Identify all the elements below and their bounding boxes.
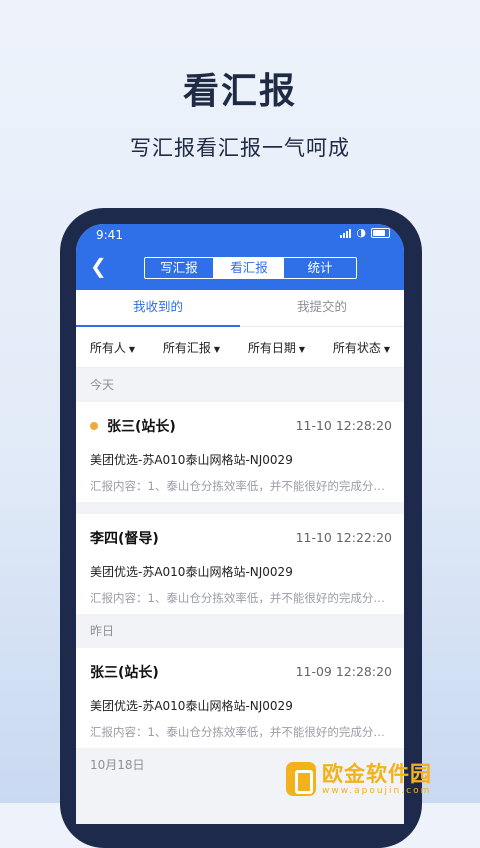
report-content: 汇报内容：1、泰山仓分拣效率低，并不能很好的完成分拣… [90, 725, 394, 739]
hero-subtitle: 写汇报看汇报一气呵成 [130, 136, 350, 160]
watermark-name: 欧金软件园 [322, 761, 432, 786]
filter-report[interactable]: 所有汇报 ▼ [163, 339, 220, 356]
report-card[interactable]: 李四(督导) 11-10 12:22:20 美团优选-苏A010泰山网格站-NJ… [76, 514, 404, 614]
segment-write-report[interactable]: 写汇报 [145, 258, 214, 278]
watermark-logo: 欧金软件园 www.apoujin.com [286, 755, 480, 803]
status-icons: ◑ [340, 226, 390, 239]
report-card[interactable]: 张三(站长) 11-09 12:28:20 美团优选-苏A010泰山网格站-NJ… [76, 648, 404, 748]
unread-dot-icon [90, 422, 98, 430]
watermark-logo-icon [286, 762, 316, 796]
report-station: 美团优选-苏A010泰山网格站-NJ0029 [90, 565, 293, 579]
report-author: 李四(督导) [90, 528, 159, 548]
report-content: 汇报内容：1、泰山仓分拣效率低，并不能很好的完成分拣… [90, 479, 394, 493]
filter-person[interactable]: 所有人 ▼ [90, 339, 135, 356]
top-bar: 9:41 ◑ ❮ 写汇报 看汇报 统计 [76, 224, 404, 290]
hero-title: 看汇报 [182, 71, 297, 112]
report-station: 美团优选-苏A010泰山网格站-NJ0029 [90, 699, 293, 713]
caret-down-icon: ▼ [128, 344, 136, 354]
report-time: 11-10 12:22:20 [295, 530, 392, 545]
app-screen: 9:41 ◑ ❮ 写汇报 看汇报 统计 我收到的 我提交的 所有人 ▼ 所有汇报 ▼… [76, 224, 404, 824]
filter-label: 所有状态 [332, 340, 381, 355]
report-time: 11-09 12:28:20 [295, 664, 392, 679]
signal-icon [340, 228, 352, 238]
report-author-name: 张三(站长) [90, 665, 159, 681]
filter-bar: 所有人 ▼ 所有汇报 ▼ 所有日期 ▼ 所有状态 ▼ [76, 327, 404, 368]
watermark-site: www.apoujin.com [322, 785, 432, 796]
tab-received[interactable]: 我收到的 [76, 290, 240, 326]
tab-submitted[interactable]: 我提交的 [240, 290, 404, 326]
battery-icon [371, 228, 390, 238]
status-time: 9:41 [96, 228, 123, 242]
report-time: 11-10 12:28:20 [295, 418, 392, 433]
report-author-name: 李四(督导) [90, 531, 159, 547]
segment-statistics[interactable]: 统计 [284, 258, 356, 278]
caret-down-icon: ▼ [213, 344, 221, 354]
filter-label: 所有人 [89, 340, 126, 355]
report-author: 张三(站长) [90, 416, 176, 436]
section-header: 今天 [90, 378, 115, 392]
report-tabs: 我收到的 我提交的 [76, 290, 404, 327]
segment-control: 写汇报 看汇报 统计 [144, 257, 357, 279]
watermark-text: 欧金软件园 www.apoujin.com [322, 762, 432, 797]
section-header: 昨日 [90, 624, 115, 638]
report-content: 汇报内容：1、泰山仓分拣效率低，并不能很好的完成分拣… [90, 591, 394, 605]
report-station: 美团优选-苏A010泰山网格站-NJ0029 [90, 453, 293, 467]
report-author: 张三(站长) [90, 662, 159, 682]
caret-down-icon: ▼ [383, 344, 391, 354]
back-chevron-icon[interactable]: ❮ [90, 254, 107, 278]
report-card[interactable]: 张三(站长) 11-10 12:28:20 美团优选-苏A010泰山网格站-NJ… [76, 402, 404, 502]
filter-status[interactable]: 所有状态 ▼ [333, 339, 390, 356]
segment-view-report[interactable]: 看汇报 [214, 258, 284, 278]
wifi-icon: ◑ [356, 226, 366, 239]
report-author-name: 张三(站长) [107, 419, 176, 435]
filter-label: 所有日期 [247, 340, 296, 355]
caret-down-icon: ▼ [298, 344, 306, 354]
filter-date[interactable]: 所有日期 ▼ [248, 339, 305, 356]
filter-label: 所有汇报 [162, 340, 211, 355]
tab-active-indicator [76, 325, 240, 327]
